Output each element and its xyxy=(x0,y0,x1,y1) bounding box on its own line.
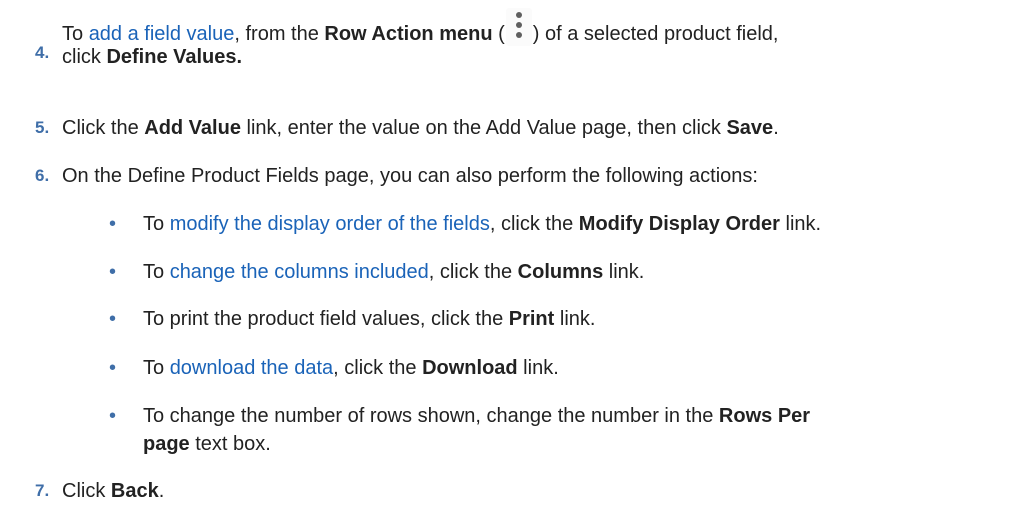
download-data-link[interactable]: download the data xyxy=(170,357,333,379)
step-text: Click Back. xyxy=(62,480,165,502)
step-number: 7. xyxy=(35,481,50,500)
add-field-value-link[interactable]: add a field value xyxy=(89,23,235,45)
save-label: Save xyxy=(726,117,774,139)
step-number: 6. xyxy=(35,166,50,185)
define-values-label: Define Values. xyxy=(106,46,243,68)
step-text: Click the Add Value link, enter the valu… xyxy=(62,117,779,139)
bullet: • xyxy=(109,261,117,283)
change-columns-link[interactable]: change the columns included xyxy=(170,261,429,283)
vertical-ellipsis-icon xyxy=(505,8,532,46)
step-number: 5. xyxy=(35,118,50,137)
back-label: Back xyxy=(110,480,159,502)
step-number: 4. xyxy=(35,43,50,62)
step-text: To add a field value, from the Row Actio… xyxy=(62,6,1016,70)
row-action-menu-label: Row Action menu xyxy=(324,23,493,45)
step-text: On the Define Product Fields page, you c… xyxy=(62,165,758,187)
bullet: • xyxy=(109,213,117,235)
bullet: • xyxy=(109,308,117,330)
bullet: • xyxy=(109,405,117,427)
bullet: • xyxy=(109,357,117,379)
modify-display-order-link[interactable]: modify the display order of the fields xyxy=(170,213,490,235)
add-value-label: Add Value xyxy=(144,117,241,139)
